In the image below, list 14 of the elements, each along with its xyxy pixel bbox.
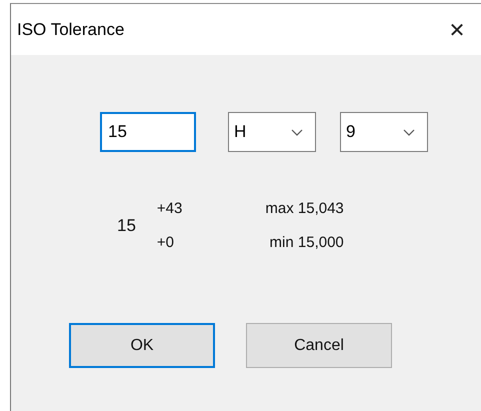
max-limit: max 15,043 — [265, 200, 344, 217]
ok-button[interactable]: OK — [69, 323, 215, 368]
upper-deviation: +43 — [156, 200, 182, 217]
cancel-button[interactable]: Cancel — [246, 323, 392, 368]
nominal-size: 15 — [117, 216, 136, 236]
min-limit: min 15,000 — [270, 234, 344, 251]
chevron-icon — [403, 128, 415, 136]
chevron-icon — [291, 128, 303, 136]
dropdown[interactable]: H — [228, 112, 316, 152]
dropdown[interactable]: 9 — [340, 112, 428, 152]
size-input-field[interactable]: 15 — [100, 112, 196, 152]
lower-deviation: +0 — [156, 234, 176, 251]
window-title: ISO Tolerance — [17, 20, 124, 40]
close-button[interactable]: ✕ — [437, 10, 477, 50]
